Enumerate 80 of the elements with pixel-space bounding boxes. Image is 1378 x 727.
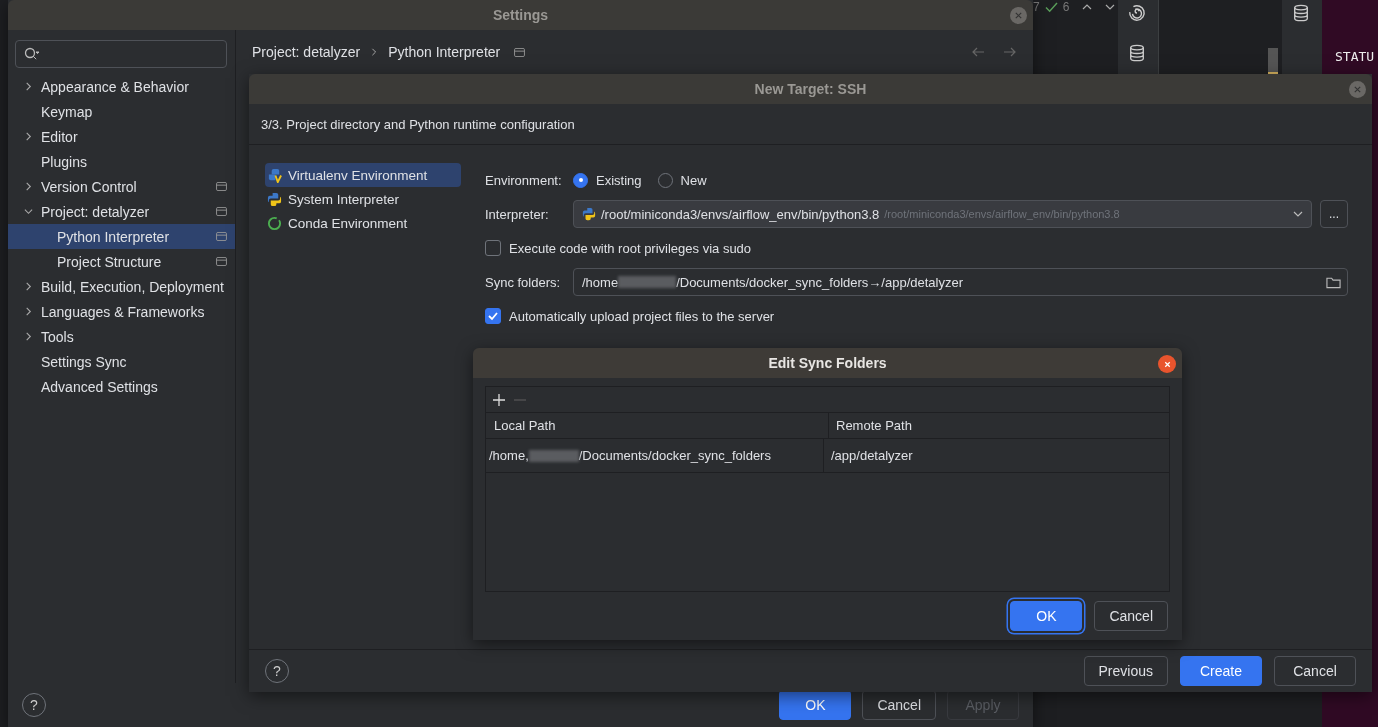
checkbox[interactable] — [485, 240, 501, 256]
settings-tree-item[interactable]: Advanced Settings — [8, 374, 235, 399]
settings-tree-item[interactable]: Plugins — [8, 149, 235, 174]
environment-type-item[interactable]: Virtualenv Environment — [265, 163, 461, 187]
conda-ring-icon — [267, 215, 282, 231]
chevron-right-icon[interactable] — [24, 182, 33, 191]
search-icon — [24, 47, 40, 61]
settings-tree-item[interactable]: Settings Sync — [8, 349, 235, 374]
settings-tree-item[interactable]: Appearance & Behavior — [8, 74, 235, 99]
radio-label: Existing — [596, 172, 642, 188]
checkbox-label: Execute code with root privileges via sudo — [509, 240, 752, 256]
breadcrumb-item[interactable]: Python Interpreter — [388, 44, 501, 60]
inspection-count: 6 — [1062, 0, 1070, 14]
browse-button[interactable]: ... — [1320, 200, 1348, 228]
settings-tree-item[interactable]: Editor — [8, 124, 235, 149]
checkbox-label: Automatically upload project files to the server — [509, 308, 775, 324]
dialog-button[interactable]: Cancel — [862, 690, 936, 720]
project-scope-icon — [514, 47, 526, 57]
dialog-button[interactable]: Create — [1180, 656, 1262, 686]
check-icon — [1044, 1, 1058, 13]
column-header[interactable]: Local Path — [486, 413, 829, 438]
environment-type-item[interactable]: Conda Environment — [265, 211, 461, 235]
back-arrow-icon[interactable] — [971, 47, 985, 57]
close-icon — [1162, 359, 1172, 369]
dialog-button[interactable]: OK — [779, 690, 852, 720]
step-description: 3/3. Project directory and Python runtime configuration — [261, 116, 575, 132]
database-icon[interactable] — [1292, 4, 1310, 22]
settings-tree-item[interactable]: Build, Execution, Deployment — [8, 274, 235, 299]
close-icon — [1353, 85, 1362, 94]
sync-folders-field[interactable]: /home /Documents/docker_sync_folders→/app/detalyzer — [573, 268, 1348, 296]
chevron-right-icon[interactable] — [24, 332, 33, 341]
settings-tree-item[interactable]: Project Structure — [8, 249, 235, 274]
dialog-title: Edit Sync Folders — [768, 355, 887, 371]
chevron-right-icon[interactable] — [24, 82, 33, 91]
python-venv-icon — [267, 167, 282, 183]
python-icon — [582, 207, 596, 221]
inspection-count: 7 — [1033, 0, 1040, 14]
column-header[interactable]: Remote Path — [829, 413, 1169, 438]
blurred-text — [618, 276, 677, 288]
dialog-button[interactable]: OK — [1010, 601, 1083, 631]
chevron-right-icon[interactable] — [24, 132, 33, 141]
folder-icon[interactable] — [1326, 275, 1341, 289]
window-title: Settings — [492, 7, 549, 23]
search-field[interactable] — [15, 40, 227, 68]
database-icon[interactable] — [1128, 44, 1146, 62]
close-icon — [1014, 11, 1023, 20]
close-button[interactable] — [1158, 355, 1176, 373]
python-icon — [267, 191, 282, 207]
dialog-button[interactable]: Previous — [1083, 656, 1168, 686]
field-label: Environment: — [485, 172, 563, 188]
settings-tree-item[interactable]: Version Control — [8, 174, 235, 199]
table-cell-text: /app/detalyzer — [830, 447, 914, 465]
environment-type-item[interactable]: System Interpreter — [265, 187, 461, 211]
settings-tree-item[interactable]: Tools — [8, 324, 235, 349]
chevron-right-icon[interactable] — [24, 282, 33, 291]
field-label: Sync folders: — [485, 274, 562, 290]
dialog-button[interactable]: Cancel — [1094, 601, 1168, 631]
interpreter-dropdown[interactable]: /root/miniconda3/envs/airflow_env/bin/python3.8 /root/miniconda3/envs/airflow_env/bin/python3.8 — [573, 200, 1312, 228]
spiral-icon[interactable] — [1128, 4, 1146, 22]
chevron-right-icon — [370, 48, 379, 56]
field-label: Interpreter: — [485, 206, 550, 222]
add-icon[interactable] — [493, 393, 505, 406]
blurred-text — [528, 449, 579, 462]
breadcrumb-item[interactable]: Project: detalyzer — [252, 44, 361, 60]
forward-arrow-icon[interactable] — [1003, 47, 1017, 57]
radio-button[interactable] — [573, 172, 588, 188]
dialog-button[interactable]: Cancel — [1274, 656, 1356, 686]
settings-tree-item[interactable]: Languages & Frameworks — [8, 299, 235, 324]
table-cell: /home, /Documents/docker_sync_folders — [486, 439, 824, 472]
chevron-right-icon[interactable] — [24, 307, 33, 316]
path-hint: /root/miniconda3/envs/airflow_env/bin/python3.8 — [884, 208, 1120, 220]
terminal-text: STATU — [1335, 49, 1375, 64]
chevron-down-icon[interactable] — [24, 207, 33, 216]
settings-tree-item[interactable]: Project: detalyzer — [8, 199, 235, 224]
settings-tree-item[interactable]: Keymap — [8, 99, 235, 124]
dialog-title: New Target: SSH — [754, 81, 867, 97]
scroll-marker — [1268, 48, 1278, 74]
checkbox[interactable] — [485, 308, 501, 324]
settings-tree-item[interactable]: Python Interpreter — [8, 224, 235, 249]
radio-label: New — [680, 172, 707, 188]
